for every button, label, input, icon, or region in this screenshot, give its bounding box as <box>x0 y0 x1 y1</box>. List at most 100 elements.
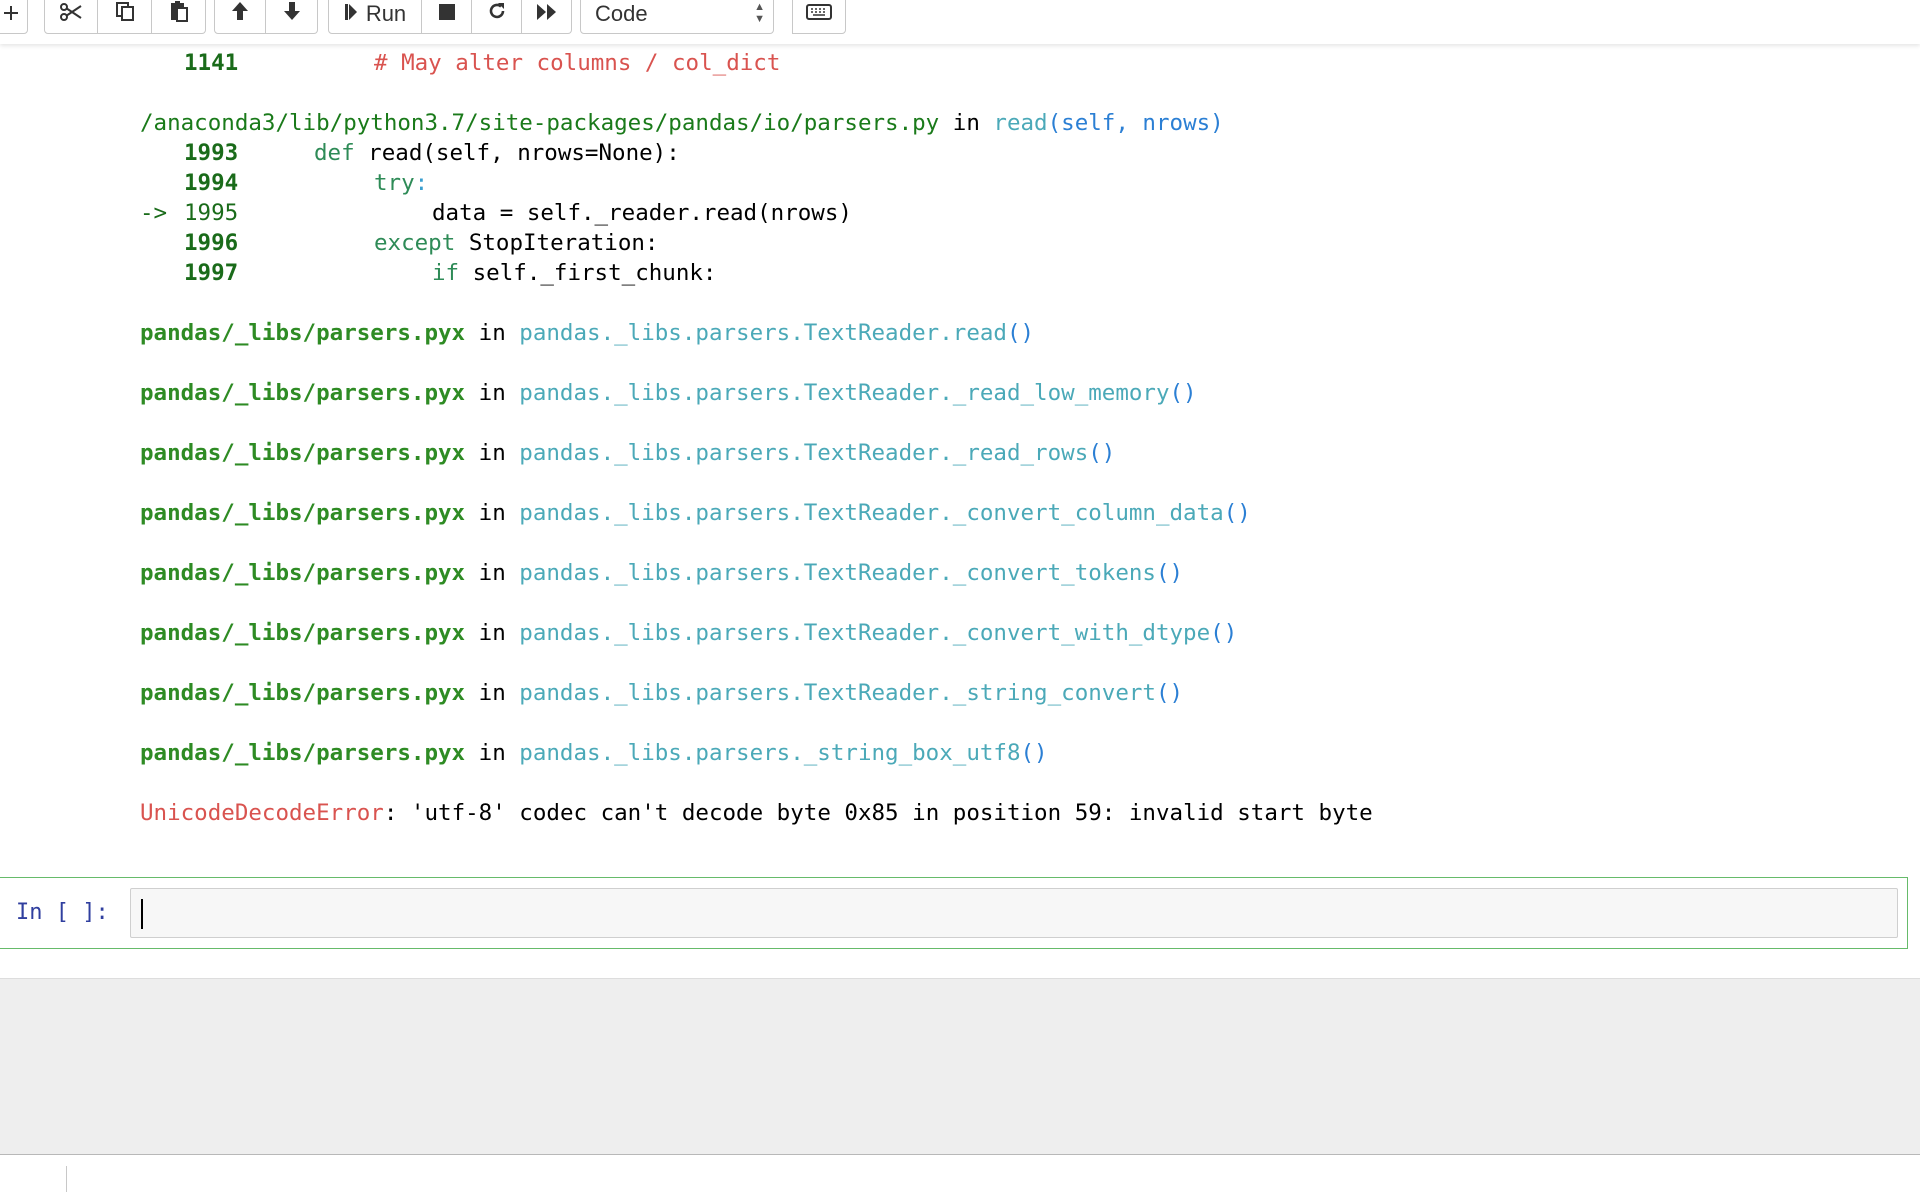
frame-in: in <box>478 440 506 466</box>
traceback-pyx-frame: pandas/_libs/parsers.pyx in pandas._libs… <box>140 318 1034 348</box>
frame-file-path: pandas/_libs/parsers.pyx <box>140 680 466 706</box>
code-text: data = self._reader.read(nrows) <box>432 200 852 226</box>
frame-in: in <box>478 680 506 706</box>
traceback-code-line: 1997 if self._first_chunk: <box>140 258 716 288</box>
error-message: : 'utf-8' codec can't decode byte 0x85 i… <box>383 800 1373 826</box>
code-editor-input[interactable] <box>130 888 1898 938</box>
frame-in: in <box>478 500 506 526</box>
code-comment: # May alter columns / col_dict <box>374 50 781 76</box>
refresh-icon <box>487 1 507 27</box>
frame-parens: () <box>1006 320 1035 346</box>
paste-button[interactable] <box>152 0 206 34</box>
frame-in: in <box>478 740 506 766</box>
frame-file-path: pandas/_libs/parsers.pyx <box>140 740 466 766</box>
error-type: UnicodeDecodeError <box>140 800 384 826</box>
frame-func: pandas._libs.parsers.TextReader._read_ro… <box>519 440 1089 466</box>
traceback-frame-header: /anaconda3/lib/python3.7/site-packages/p… <box>140 108 1224 138</box>
code-text: self._first_chunk: <box>459 260 717 286</box>
frame-in: in <box>478 380 506 406</box>
frame-file-path: pandas/_libs/parsers.pyx <box>140 560 466 586</box>
frame-file-path: /anaconda3/lib/python3.7/site-packages/p… <box>140 110 940 136</box>
frame-in: in <box>478 560 506 586</box>
frame-file-path: pandas/_libs/parsers.pyx <box>140 620 466 646</box>
frame-file-path: pandas/_libs/parsers.pyx <box>140 380 466 406</box>
frame-parens: () <box>1169 380 1197 406</box>
paste-icon <box>169 0 189 28</box>
frame-file-path: pandas/_libs/parsers.pyx <box>140 320 466 346</box>
copy-button[interactable] <box>98 0 152 34</box>
code-keyword: except <box>374 230 456 256</box>
move-down-button[interactable] <box>266 0 318 34</box>
frame-parens: () <box>1020 740 1048 766</box>
restart-button[interactable] <box>472 0 522 34</box>
code-text: StopIteration: <box>455 230 659 256</box>
select-arrows-icon: ▲ ▼ <box>754 1 765 25</box>
line-number: 1993 <box>184 140 239 166</box>
line-arrow: -> <box>140 200 168 226</box>
frame-parens: () <box>1223 500 1251 526</box>
line-number: 1141 <box>184 50 239 76</box>
traceback-code-line: 1993 def read(self, nrows=None): <box>140 138 680 168</box>
error-line: UnicodeDecodeError: 'utf-8' codec can't … <box>140 798 1373 828</box>
run-button[interactable]: Run <box>328 0 422 34</box>
code-keyword: def <box>314 140 355 166</box>
traceback-pyx-frame: pandas/_libs/parsers.pyx in pandas._libs… <box>140 378 1197 408</box>
traceback-code-line-current: -> 1995 data = self._reader.read(nrows) <box>140 198 852 228</box>
cut-button[interactable] <box>44 0 98 34</box>
insert-cell-button[interactable] <box>0 0 28 34</box>
plus-icon <box>3 1 19 27</box>
traceback-line: 1141 # May alter columns / col_dict <box>140 48 780 78</box>
frame-in: in <box>478 320 506 346</box>
input-prompt: In [ ]: <box>16 900 109 925</box>
code-text: : <box>414 170 429 196</box>
cell-type-select[interactable]: Code ▲ ▼ <box>580 0 774 34</box>
notebook-toolbar: Run Code ▲ ▼ <box>0 0 1920 44</box>
traceback-pyx-frame: pandas/_libs/parsers.pyx in pandas._libs… <box>140 738 1048 768</box>
run-label: Run <box>365 1 407 26</box>
frame-func: read <box>993 110 1048 136</box>
frame-func: pandas._libs.parsers.TextReader.read <box>519 320 1007 346</box>
frame-func: pandas._libs.parsers.TextReader._convert… <box>519 620 1211 646</box>
code-text: read(self, nrows=None): <box>354 140 680 166</box>
step-forward-icon <box>344 1 358 27</box>
keyboard-icon <box>806 1 832 27</box>
code-keyword: if <box>432 260 460 286</box>
frame-func: pandas._libs.parsers.TextReader._string_… <box>519 680 1156 706</box>
frame-parens: () <box>1088 440 1116 466</box>
traceback-pyx-frame: pandas/_libs/parsers.pyx in pandas._libs… <box>140 558 1183 588</box>
restart-run-all-button[interactable] <box>522 0 572 34</box>
frame-func: pandas._libs.parsers.TextReader._convert… <box>519 560 1156 586</box>
frame-func: pandas._libs.parsers.TextReader._read_lo… <box>519 380 1170 406</box>
interrupt-button[interactable] <box>422 0 472 34</box>
line-number: 1994 <box>184 170 239 196</box>
frame-parens: () <box>1155 680 1184 706</box>
cell-type-value: Code <box>595 1 648 26</box>
footer-separator <box>66 1166 67 1192</box>
footer-divider <box>0 1154 1920 1155</box>
traceback-code-line: 1996 except StopIteration: <box>140 228 658 258</box>
traceback-pyx-frame: pandas/_libs/parsers.pyx in pandas._libs… <box>140 438 1115 468</box>
frame-parens: () <box>1155 560 1184 586</box>
frame-func: pandas._libs.parsers.TextReader._convert… <box>519 500 1224 526</box>
frame-func: pandas._libs.parsers._string_box_utf8 <box>519 740 1021 766</box>
code-cell-selected[interactable]: In [ ]: <box>0 877 1908 949</box>
frame-file-path: pandas/_libs/parsers.pyx <box>140 440 466 466</box>
text-caret <box>141 899 143 929</box>
frame-file-path: pandas/_libs/parsers.pyx <box>140 500 466 526</box>
move-up-button[interactable] <box>214 0 266 34</box>
copy-icon <box>115 1 135 27</box>
arrow-down-icon <box>282 0 302 28</box>
command-palette-button[interactable] <box>792 0 846 34</box>
code-keyword: try <box>374 170 415 196</box>
line-number: 1995 <box>184 200 239 226</box>
arrow-up-icon <box>230 0 250 28</box>
traceback-pyx-frame: pandas/_libs/parsers.pyx in pandas._libs… <box>140 498 1251 528</box>
frame-in: in <box>952 110 980 136</box>
fast-forward-icon <box>536 1 558 27</box>
line-number: 1996 <box>184 230 239 256</box>
frame-in: in <box>478 620 506 646</box>
traceback-code-line: 1994 try: <box>140 168 428 198</box>
traceback-pyx-frame: pandas/_libs/parsers.pyx in pandas._libs… <box>140 678 1183 708</box>
traceback-pyx-frame: pandas/_libs/parsers.pyx in pandas._libs… <box>140 618 1237 648</box>
notebook-background <box>0 978 1920 1154</box>
